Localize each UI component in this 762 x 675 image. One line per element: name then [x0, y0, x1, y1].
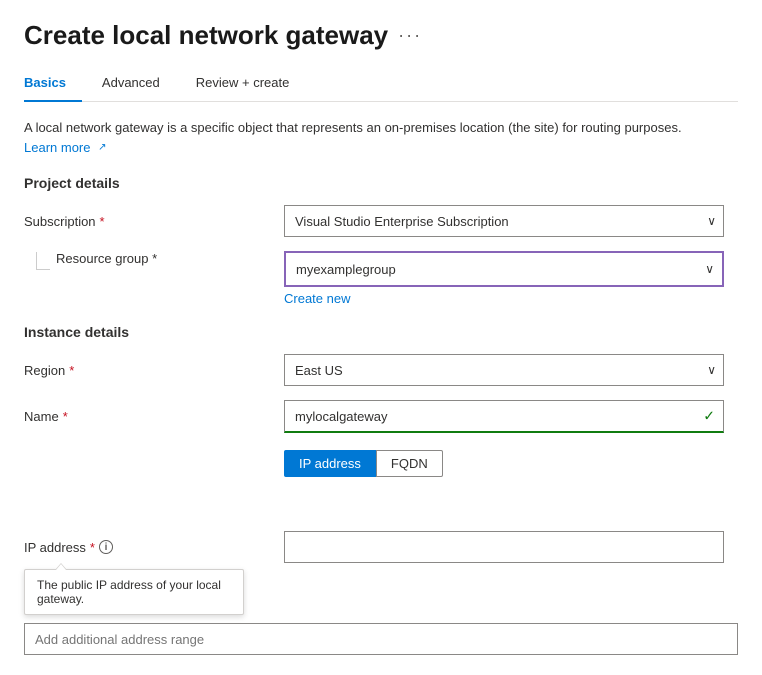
- external-link-icon: ↗: [98, 140, 106, 155]
- subscription-label: Subscription *: [24, 214, 284, 229]
- subscription-required: *: [100, 214, 105, 229]
- project-details-heading: Project details: [24, 175, 738, 191]
- ip-address-tooltip: The public IP address of your local gate…: [24, 569, 244, 615]
- ip-address-label: IP address * i: [24, 540, 284, 555]
- address-range-input-row: [24, 623, 738, 655]
- subscription-control: Visual Studio Enterprise Subscription: [284, 205, 724, 237]
- page-title: Create local network gateway: [24, 20, 388, 51]
- region-row: Region * East US: [24, 354, 738, 386]
- create-new-rg-link[interactable]: Create new: [284, 291, 738, 306]
- ip-address-control: [284, 531, 724, 563]
- resource-group-label: Resource group *: [56, 251, 157, 266]
- name-valid-icon: ✓: [703, 408, 715, 425]
- region-label: Region *: [24, 363, 284, 378]
- ip-address-section: The public IP address of your local gate…: [24, 531, 738, 563]
- tab-basics[interactable]: Basics: [24, 67, 82, 102]
- region-select[interactable]: East US: [284, 354, 724, 386]
- toggle-fqdn[interactable]: FQDN: [376, 450, 443, 477]
- tree-connector: [36, 252, 50, 270]
- resource-group-select-wrapper: myexamplegroup: [284, 251, 724, 287]
- endpoint-toggle-group: IP address FQDN: [284, 450, 724, 477]
- rg-required: *: [152, 251, 157, 266]
- name-input-wrapper: ✓: [284, 400, 724, 433]
- subscription-select[interactable]: Visual Studio Enterprise Subscription: [284, 205, 724, 237]
- resource-group-row: Resource group * myexamplegroup: [24, 251, 738, 287]
- ip-required: *: [90, 540, 95, 555]
- resource-group-indent: Resource group *: [24, 251, 284, 266]
- region-select-wrapper: East US: [284, 354, 724, 386]
- tab-advanced[interactable]: Advanced: [102, 67, 176, 102]
- page-options-dots[interactable]: ···: [398, 25, 422, 46]
- learn-more-link[interactable]: Learn more ↗: [24, 138, 107, 158]
- subscription-select-wrapper: Visual Studio Enterprise Subscription: [284, 205, 724, 237]
- tab-review-create[interactable]: Review + create: [196, 67, 306, 102]
- region-control: East US: [284, 354, 724, 386]
- name-row: Name * ✓: [24, 400, 738, 433]
- instance-details-heading: Instance details: [24, 324, 738, 340]
- toggle-ip-address[interactable]: IP address: [284, 450, 376, 477]
- region-required: *: [69, 363, 74, 378]
- endpoint-toggle-row: IP address FQDN: [24, 447, 738, 479]
- ip-address-row: IP address * i: [24, 531, 738, 563]
- subscription-row: Subscription * Visual Studio Enterprise …: [24, 205, 738, 237]
- ip-address-input[interactable]: [284, 531, 724, 563]
- name-label: Name *: [24, 409, 284, 424]
- ip-info-icon[interactable]: i: [99, 540, 113, 554]
- name-control: ✓: [284, 400, 724, 433]
- resource-group-control: myexamplegroup: [284, 251, 724, 287]
- name-required: *: [63, 409, 68, 424]
- address-range-input[interactable]: [24, 623, 738, 655]
- tab-bar: Basics Advanced Review + create: [24, 67, 738, 102]
- page-description: A local network gateway is a specific ob…: [24, 118, 724, 157]
- resource-group-select[interactable]: myexamplegroup: [286, 253, 722, 285]
- name-input[interactable]: [285, 401, 723, 431]
- endpoint-toggle-control: IP address FQDN: [284, 450, 724, 477]
